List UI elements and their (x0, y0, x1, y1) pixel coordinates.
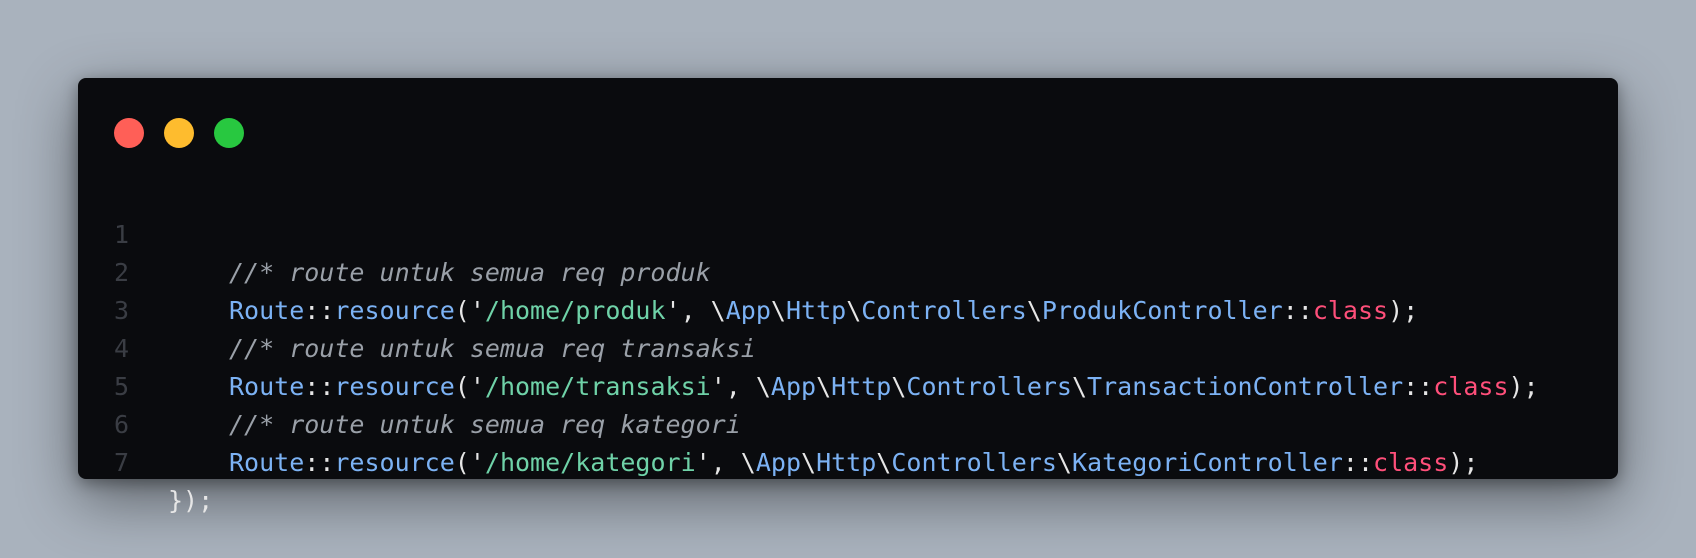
line-number: 7 (114, 448, 130, 477)
namespace-segment: Controllers (891, 448, 1057, 477)
namespace-segment: Http (816, 448, 877, 477)
closing-brace: }); (168, 486, 214, 515)
scope-operator: :: (304, 448, 335, 477)
code-block: 1 //* route untuk semua req produk 2 Rou… (78, 178, 1618, 515)
backslash: \ (1056, 448, 1072, 477)
maximize-button[interactable] (214, 118, 244, 148)
string-literal: /home/kategori (484, 448, 696, 477)
backslash: \ (876, 448, 892, 477)
punctuation: (' (454, 448, 485, 477)
window-controls (114, 118, 244, 148)
code-line: 3 //* route untuk semua req transaksi (78, 254, 1618, 363)
line-content: Route::resource('/home/kategori', \App\H… (168, 444, 1478, 482)
keyword: class (1373, 448, 1449, 477)
code-line: 6 Route::resource('/home/kategori', \App… (78, 368, 1618, 477)
controller-name: KategoriController (1071, 448, 1343, 477)
code-line: 1 //* route untuk semua req produk (78, 178, 1618, 287)
close-button[interactable] (114, 118, 144, 148)
code-line: 4 Route::resource('/home/transaksi', \Ap… (78, 292, 1618, 401)
punctuation: ', \ (695, 448, 756, 477)
code-window: 1 //* route untuk semua req produk 2 Rou… (78, 78, 1618, 515)
line-content: }); (168, 482, 213, 520)
class-name: Route (229, 448, 305, 477)
method-name: resource (334, 448, 455, 477)
namespace-segment: App (755, 448, 801, 477)
minimize-button[interactable] (164, 118, 194, 148)
code-line: 5 //* route untuk semua req kategori (78, 330, 1618, 439)
scope-operator: :: (1342, 448, 1374, 477)
punctuation: ); (1448, 448, 1479, 477)
backslash: \ (801, 448, 817, 477)
code-line: 2 Route::resource('/home/produk', \App\H… (78, 216, 1618, 325)
code-line: 7 }); (78, 406, 1618, 515)
